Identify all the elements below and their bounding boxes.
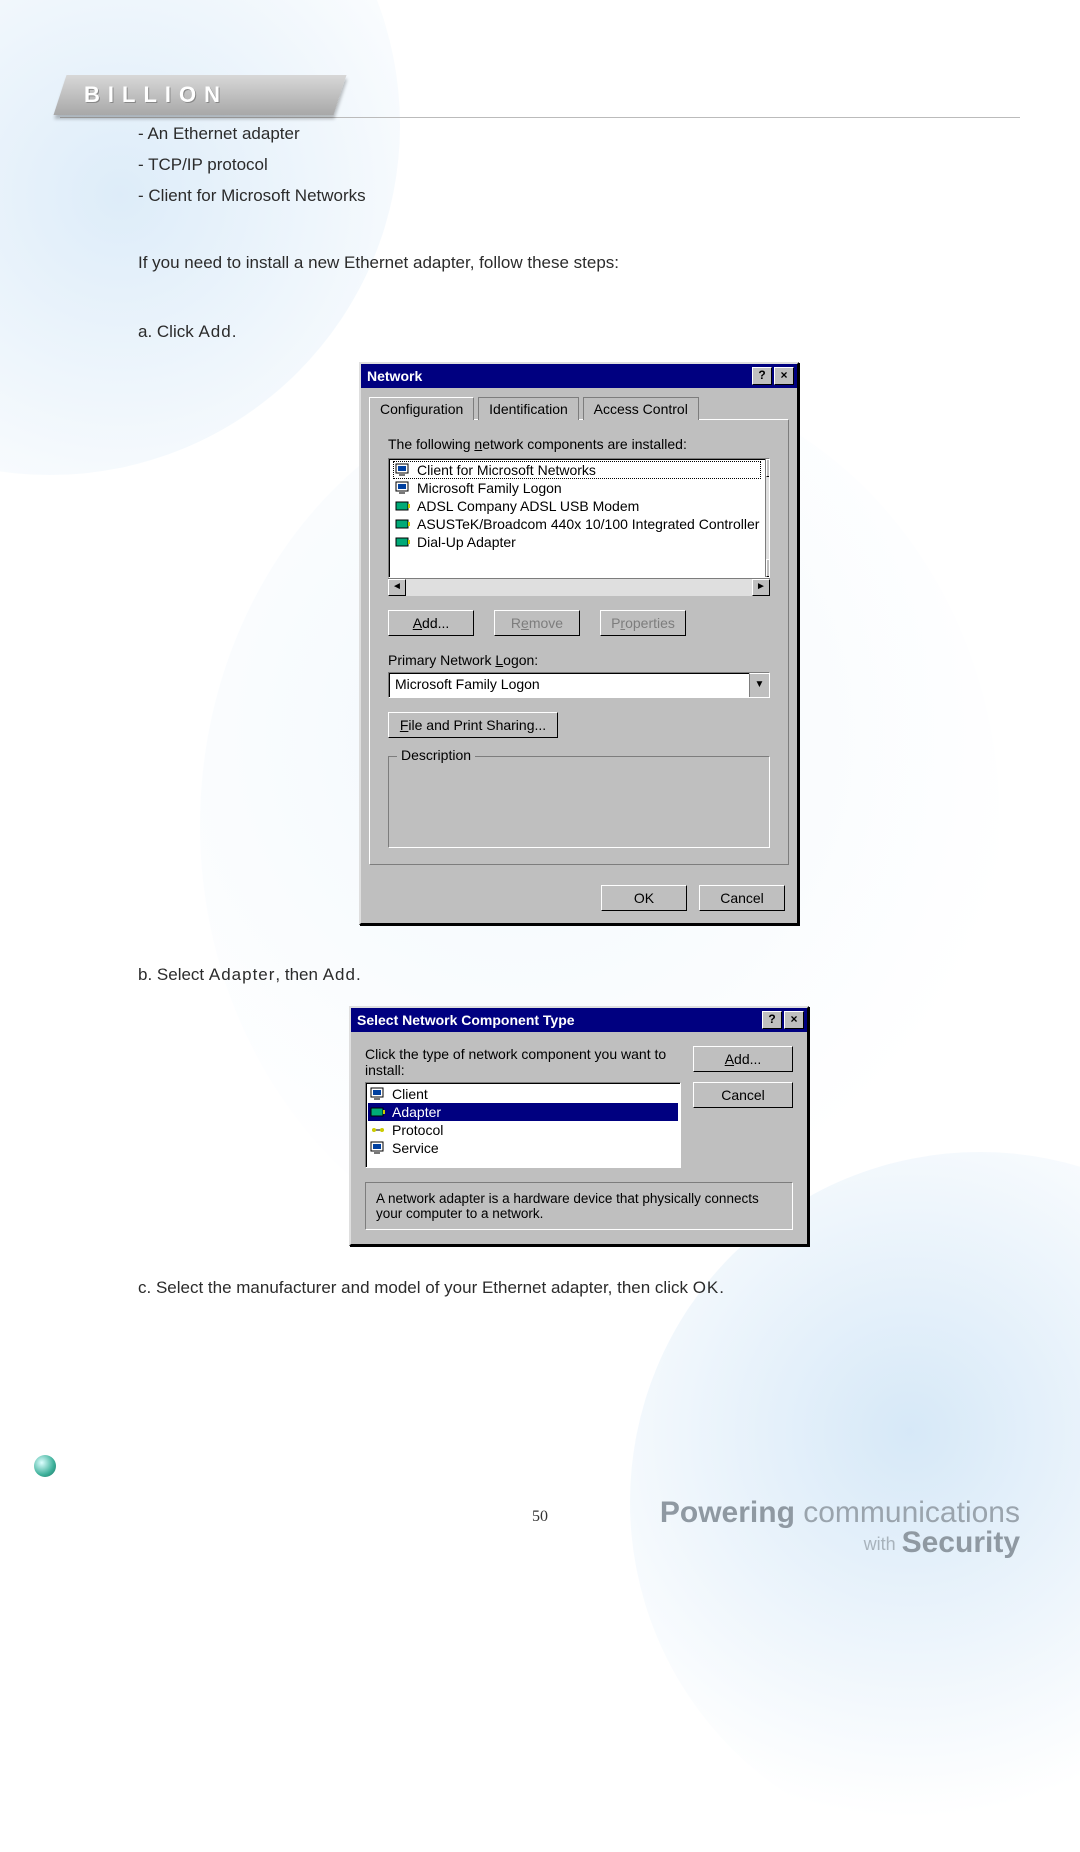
dropdown-value: Microsoft Family Logon [389,673,749,697]
footer-security: Security [902,1526,1020,1559]
step-b-suffix: . [356,965,361,984]
add-button[interactable]: Add... [388,610,474,636]
adapter-icon [370,1105,386,1119]
add-button[interactable]: Add... [693,1046,793,1072]
remove-button[interactable]: Remove [494,610,580,636]
dialog-title: Network [367,368,750,384]
bullet-3: - Client for Microsoft Networks [138,182,1020,211]
step-c-action: OK [693,1278,720,1297]
titlebar: Network ? × [361,364,797,388]
protocol-icon [370,1123,386,1137]
step-b-mid: , then [275,965,322,984]
step-b-action2: Add [323,965,356,984]
component-prompt: Click the type of network component you … [365,1046,681,1078]
installed-label: The following network components are ins… [388,436,770,452]
computer-icon [395,481,411,495]
description-legend: Description [397,747,475,763]
vertical-scrollbar[interactable]: ▲ ▼ [765,459,770,577]
dialog-title: Select Network Component Type [357,1012,760,1028]
adapter-icon [395,535,411,549]
step-c: c. Select the manufacturer and model of … [138,1274,1020,1303]
component-description: A network adapter is a hardware device t… [365,1182,793,1230]
list-item-label: Microsoft Family Logon [417,480,562,496]
component-listbox[interactable]: Client Adapter Protocol [365,1082,681,1168]
adapter-icon [395,517,411,531]
computer-icon [395,463,411,477]
step-b: b. Select Adapter, then Add. [138,961,1020,990]
logo: BILLION [54,75,347,115]
list-item[interactable]: Adapter [368,1103,678,1121]
list-item[interactable]: Client for Microsoft Networks [393,461,761,479]
step-a-action: Add [198,322,231,341]
step-c-suffix: . [719,1278,724,1297]
step-b-prefix: b. Select [138,965,209,984]
list-item[interactable]: ASUSTeK/Broadcom 440x 10/100 Integrated … [393,515,761,533]
horizontal-scrollbar[interactable]: ◄ ► [388,578,770,596]
list-item-label: Adapter [392,1104,441,1120]
list-item-label: Protocol [392,1122,443,1138]
footer-brand: Powering communications with Security [660,1496,1020,1560]
primary-logon-label: Primary Network Logon: [388,652,770,668]
step-b-action1: Adapter [209,965,276,984]
list-item[interactable]: Client [368,1085,678,1103]
titlebar: Select Network Component Type ? × [351,1008,807,1032]
step-c-prefix: c. Select the manufacturer and model of … [138,1278,693,1297]
close-button[interactable]: × [784,1011,804,1029]
logo-text: BILLION [60,82,228,108]
components-listbox[interactable]: Client for Microsoft Networks Microsoft … [388,458,770,578]
help-button[interactable]: ? [752,367,772,385]
tab-strip: Configuration Identification Access Cont… [361,388,797,419]
scroll-up-icon[interactable]: ▲ [766,459,770,477]
chevron-down-icon[interactable]: ▼ [749,673,769,697]
cancel-button[interactable]: Cancel [699,885,785,911]
help-button[interactable]: ? [762,1011,782,1029]
list-item-label: Client for Microsoft Networks [417,462,596,478]
scroll-left-icon[interactable]: ◄ [388,579,406,596]
ok-button[interactable]: OK [601,885,687,911]
list-item[interactable]: Service [368,1139,678,1157]
service-icon [370,1141,386,1155]
scroll-right-icon[interactable]: ► [752,579,770,596]
step-a: a. Click Add. [138,318,1020,347]
tab-panel: The following network components are ins… [369,419,789,865]
description-group: Description [388,756,770,848]
computer-icon [370,1087,386,1101]
component-type-dialog: Select Network Component Type ? × Click … [349,1006,809,1246]
list-item-label: Service [392,1140,439,1156]
step-a-prefix: a. Click [138,322,198,341]
list-item-label: Dial-Up Adapter [417,534,516,550]
list-item[interactable]: Microsoft Family Logon [393,479,761,497]
intro-text: If you need to install a new Ethernet ad… [138,249,1020,278]
tab-identification[interactable]: Identification [478,397,579,420]
logo-divider [60,117,1020,118]
footer-communications: communications [803,1496,1020,1529]
footer-with: with [864,1534,896,1554]
close-button[interactable]: × [774,367,794,385]
scroll-down-icon[interactable]: ▼ [766,559,770,577]
properties-button[interactable]: Properties [600,610,686,636]
file-print-sharing-button[interactable]: File and Print Sharing... [388,712,558,738]
tab-access-control[interactable]: Access Control [583,397,699,420]
list-item-label: ADSL Company ADSL USB Modem [417,498,639,514]
bullet-2: - TCP/IP protocol [138,151,1020,180]
tab-configuration[interactable]: Configuration [369,397,474,420]
list-item[interactable]: ADSL Company ADSL USB Modem [393,497,761,515]
list-item[interactable]: Dial-Up Adapter [393,533,761,551]
primary-logon-dropdown[interactable]: Microsoft Family Logon ▼ [388,672,770,698]
step-a-suffix: . [232,322,237,341]
list-item-label: Client [392,1086,428,1102]
cancel-button[interactable]: Cancel [693,1082,793,1108]
adapter-icon [395,499,411,513]
network-dialog: Network ? × Configuration Identification… [359,362,799,925]
bullet-1: - An Ethernet adapter [138,120,1020,149]
list-item[interactable]: Protocol [368,1121,678,1139]
list-item-label: ASUSTeK/Broadcom 440x 10/100 Integrated … [417,516,759,532]
footer-powering: Powering [660,1496,795,1529]
